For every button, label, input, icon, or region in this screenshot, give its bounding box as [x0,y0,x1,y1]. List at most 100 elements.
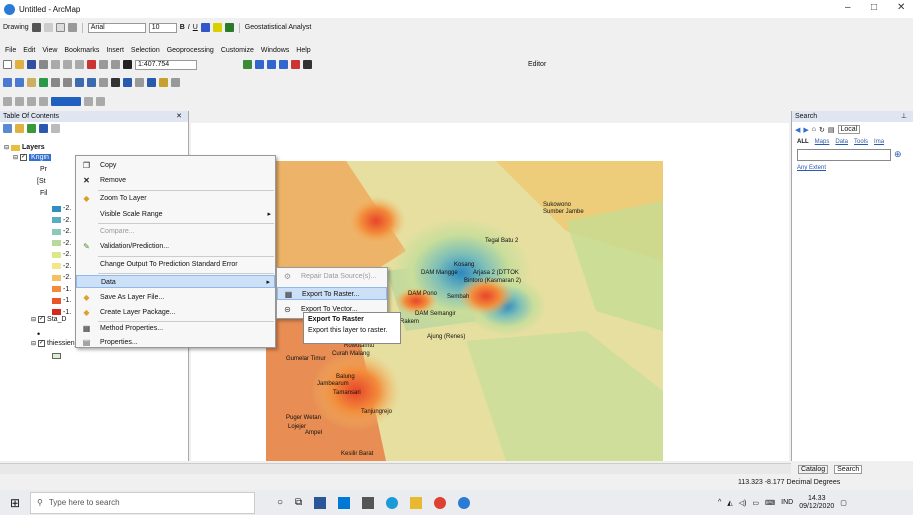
cortana-icon[interactable]: ○ [277,497,283,508]
menu-item-data[interactable]: Data ▸ [76,275,275,288]
menu-item-remove[interactable]: ✕ Remove [76,174,275,187]
sta-layer[interactable]: ⊟ ✓ Sta_D [31,316,67,323]
sta-checkbox[interactable]: ✓ [38,316,46,323]
list-by-visibility-icon[interactable] [27,124,36,133]
list-by-selection-icon[interactable] [39,124,48,133]
open-icon[interactable] [15,60,24,69]
rectangle-icon[interactable] [55,23,65,32]
submenu-item-export-to-raster[interactable]: ▦ Export To Raster... [277,287,387,300]
menu-item-visible-scale-range[interactable]: Visible Scale Range ▸ [76,208,275,221]
paste-icon[interactable] [75,60,84,69]
drawing-menu[interactable]: Drawing [3,24,29,31]
catalog-tab[interactable]: Catalog [798,465,829,474]
layout-pan-icon[interactable] [15,97,24,106]
forward-arrow-icon[interactable]: ▶ [803,126,808,134]
maximize-button[interactable]: □ [871,2,877,13]
measure-icon[interactable] [159,78,168,87]
menu-geoprocessing[interactable]: Geoprocessing [167,47,214,54]
geostatistical-analyst-menu[interactable]: Geostatistical Analyst [245,24,312,31]
layout-tool-icon[interactable] [96,97,105,106]
view-menu-icon[interactable]: ▤ [828,126,835,134]
close-button[interactable]: ✕ [897,2,905,13]
tray-chevron-icon[interactable]: ^ [718,499,721,506]
back-arrow-icon[interactable]: ◀ [795,126,800,134]
filter-data[interactable]: Data [835,139,848,145]
any-extent-dropdown[interactable]: Any Extent [792,163,913,173]
html-popup-icon[interactable] [135,78,144,87]
font-select[interactable]: Arial [87,22,146,33]
layers-group[interactable]: ⊟ Layers [4,144,45,151]
menu-item-method-properties[interactable]: ▦ Method Properties... [76,322,275,335]
back-icon[interactable] [75,78,84,87]
rotate-icon[interactable] [43,23,53,32]
copy-icon[interactable] [63,60,72,69]
menu-help[interactable]: Help [296,47,310,54]
toc-icon[interactable] [255,60,264,69]
arctoolbox-icon[interactable] [291,60,300,69]
underline-button[interactable]: U [193,24,198,31]
italic-button[interactable]: I [188,24,190,31]
filter-maps[interactable]: Maps [815,139,830,145]
color-swatch-icon[interactable] [51,97,81,106]
filter-all[interactable]: ALL [797,139,809,145]
menu-item-save-as-layer-file[interactable]: ◆ Save As Layer File... [76,291,275,304]
home-icon[interactable]: ⌂ [812,126,816,133]
print-icon[interactable] [39,60,48,69]
hyperlink-icon[interactable] [171,78,180,87]
menu-bookmarks[interactable]: Bookmarks [64,47,99,54]
identify-icon[interactable] [123,78,132,87]
layout-fit-icon[interactable] [27,97,36,106]
redo-icon[interactable] [111,60,120,69]
word-icon[interactable] [314,496,327,509]
layout-page-icon[interactable] [39,97,48,106]
save-icon[interactable] [27,60,36,69]
select-arrow-icon[interactable] [31,23,41,32]
kriging-label[interactable]: Krigin [29,154,51,161]
zoom-in-icon[interactable] [3,78,12,87]
menu-file[interactable]: File [5,47,16,54]
search-window-icon[interactable] [279,60,288,69]
add-data-icon[interactable] [123,60,132,69]
refresh-icon[interactable]: ↻ [819,126,825,134]
find-icon[interactable] [147,78,156,87]
select-elements-icon[interactable] [111,78,120,87]
select-features-icon[interactable] [99,78,108,87]
list-by-source-icon[interactable] [15,124,24,133]
list-by-drawing-order-icon[interactable] [3,124,12,133]
store-icon[interactable] [362,496,375,509]
network-icon[interactable]: ◭ [727,499,732,507]
menu-item-copy[interactable]: ❐ Copy [76,159,275,172]
layout-zoom-icon[interactable] [3,97,12,106]
line-color-icon[interactable] [224,23,234,32]
edge-icon[interactable] [338,496,351,509]
battery-icon[interactable]: ▭ [752,499,759,507]
pin-icon[interactable]: ⊥ [901,111,907,122]
catalog-icon[interactable] [267,60,276,69]
kriging-checkbox[interactable]: ✓ [20,154,28,161]
menu-item-zoom-to-layer[interactable]: ◆ Zoom To Layer [76,192,275,205]
bold-button[interactable]: B [180,24,185,31]
fixed-zoom-in-icon[interactable] [51,78,60,87]
menu-view[interactable]: View [42,47,57,54]
text-icon[interactable] [67,23,77,32]
filter-tools[interactable]: Tools [854,139,868,145]
filter-images[interactable]: Ima [874,139,884,145]
forward-icon[interactable] [87,78,96,87]
menu-item-change-output[interactable]: Change Output To Prediction Standard Err… [76,258,275,271]
editor-toolbar-icon[interactable] [243,60,252,69]
cut-icon[interactable] [51,60,60,69]
menu-item-properties[interactable]: ▤ Properties... [76,336,275,349]
menu-item-validation[interactable]: ✎ Validation/Prediction... [76,240,275,253]
taskbar-search-box[interactable]: ⚲ Type here to search [30,491,255,514]
full-extent-icon[interactable] [39,78,48,87]
editor-menu[interactable]: Editor [528,61,546,68]
keyboard-icon[interactable]: ⌨ [765,499,775,507]
fixed-zoom-out-icon[interactable] [63,78,72,87]
delete-icon[interactable] [87,60,96,69]
search-go-icon[interactable]: ⊕ [894,149,902,161]
zoom-out-icon[interactable] [15,78,24,87]
windows-start-icon[interactable]: ⊞ [0,496,30,510]
menu-item-create-layer-package[interactable]: ◆ Create Layer Package... [76,306,275,319]
menu-customize[interactable]: Customize [221,47,254,54]
chrome-icon[interactable] [434,496,447,509]
